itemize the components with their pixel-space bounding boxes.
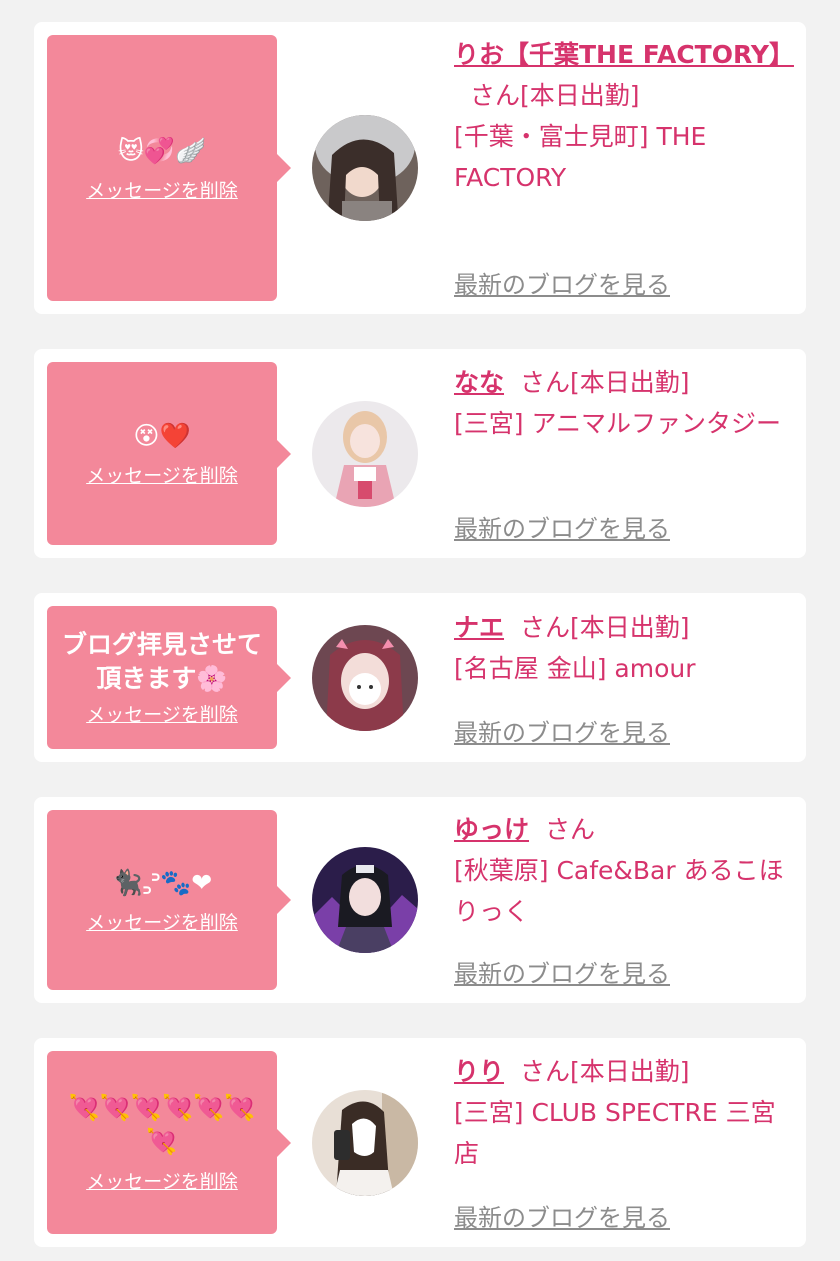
girl-name-link[interactable]: りり [454,1057,504,1086]
latest-blog-link[interactable]: 最新のブログを見る [454,509,670,544]
message-bubble: 😻💞🪽 メッセージを削除 [47,35,291,301]
message-card: 😻💞🪽 メッセージを削除 りお【千葉THE FACTORY】さん[本日出勤] [… [34,22,806,314]
avatar[interactable] [312,1090,418,1196]
delete-message-link[interactable]: メッセージを削除 [86,700,238,727]
delete-message-link[interactable]: メッセージを削除 [86,176,238,203]
girl-name-link[interactable]: ゆっけ [454,815,529,844]
delete-message-link[interactable]: メッセージを削除 [86,908,238,935]
shop-text: [名古屋 金山] amour [454,654,696,683]
delete-message-link[interactable]: メッセージを削除 [86,1167,238,1194]
name-suffix: さん[本日出勤] [520,613,690,642]
shop-text: [三宮] アニマルファンタジー [454,409,781,438]
message-text: ブログ拝見させて頂きます🌸 [61,630,262,693]
message-card: 💘💘💘💘💘💘💘 メッセージを削除 りり さん[本日出勤] [三宮] CLUB SP… [34,1038,806,1247]
card-info: りお【千葉THE FACTORY】さん[本日出勤] [千葉・富士見町] THE … [454,34,794,198]
message-bubble: 🐈‍⬛꜆꜄🐾❤ メッセージを削除 [47,810,291,990]
message-bubble: ブログ拝見させて頂きます🌸 メッセージを削除 [47,606,291,749]
message-text: 😵❤️ [133,421,191,450]
latest-blog-link[interactable]: 最新のブログを見る [454,954,670,989]
avatar[interactable] [312,625,418,731]
card-info: なな さん[本日出勤] [三宮] アニマルファンタジー [454,362,790,444]
message-card: ブログ拝見させて頂きます🌸 メッセージを削除 ナエ さん[本日出勤] [名古屋 金… [34,593,806,762]
shop-text: [秋葉原] Cafe&Bar あるこほりっく [454,856,784,926]
card-info: ゆっけ さん [秋葉原] Cafe&Bar あるこほりっく [454,809,790,932]
message-card: 😵❤️ メッセージを削除 なな さん[本日出勤] [三宮] アニマルファンタジー … [34,349,806,558]
avatar[interactable] [312,115,418,221]
shop-text: [千葉・富士見町] THE FACTORY [454,122,707,192]
name-suffix: さん[本日出勤] [520,1057,690,1086]
name-suffix: さん[本日出勤] [520,368,690,397]
name-suffix: さん [545,815,596,844]
avatar[interactable] [312,847,418,953]
card-info: ナエ さん[本日出勤] [名古屋 金山] amour [454,607,790,689]
card-info: りり さん[本日出勤] [三宮] CLUB SPECTRE 三宮店 [454,1051,790,1174]
latest-blog-link[interactable]: 最新のブログを見る [454,265,670,300]
delete-message-link[interactable]: メッセージを削除 [86,461,238,488]
message-card: 🐈‍⬛꜆꜄🐾❤ メッセージを削除 ゆっけ さん [秋葉原] Cafe&Bar ある… [34,797,806,1003]
message-bubble: 💘💘💘💘💘💘💘 メッセージを削除 [47,1051,291,1234]
message-text: 💘💘💘💘💘💘💘 [68,1093,256,1156]
message-text: 😻💞🪽 [117,135,207,165]
name-suffix: さん[本日出勤] [470,81,640,110]
latest-blog-link[interactable]: 最新のブログを見る [454,1198,670,1233]
girl-name-link[interactable]: なな [454,368,504,397]
message-text: 🐈‍⬛꜆꜄🐾❤ [111,867,213,897]
latest-blog-link[interactable]: 最新のブログを見る [454,713,670,748]
message-bubble: 😵❤️ メッセージを削除 [47,362,291,545]
avatar[interactable] [312,401,418,507]
girl-name-link[interactable]: ナエ [454,613,504,642]
girl-name-link[interactable]: りお【千葉THE FACTORY】 [454,40,794,69]
shop-text: [三宮] CLUB SPECTRE 三宮店 [454,1098,776,1168]
